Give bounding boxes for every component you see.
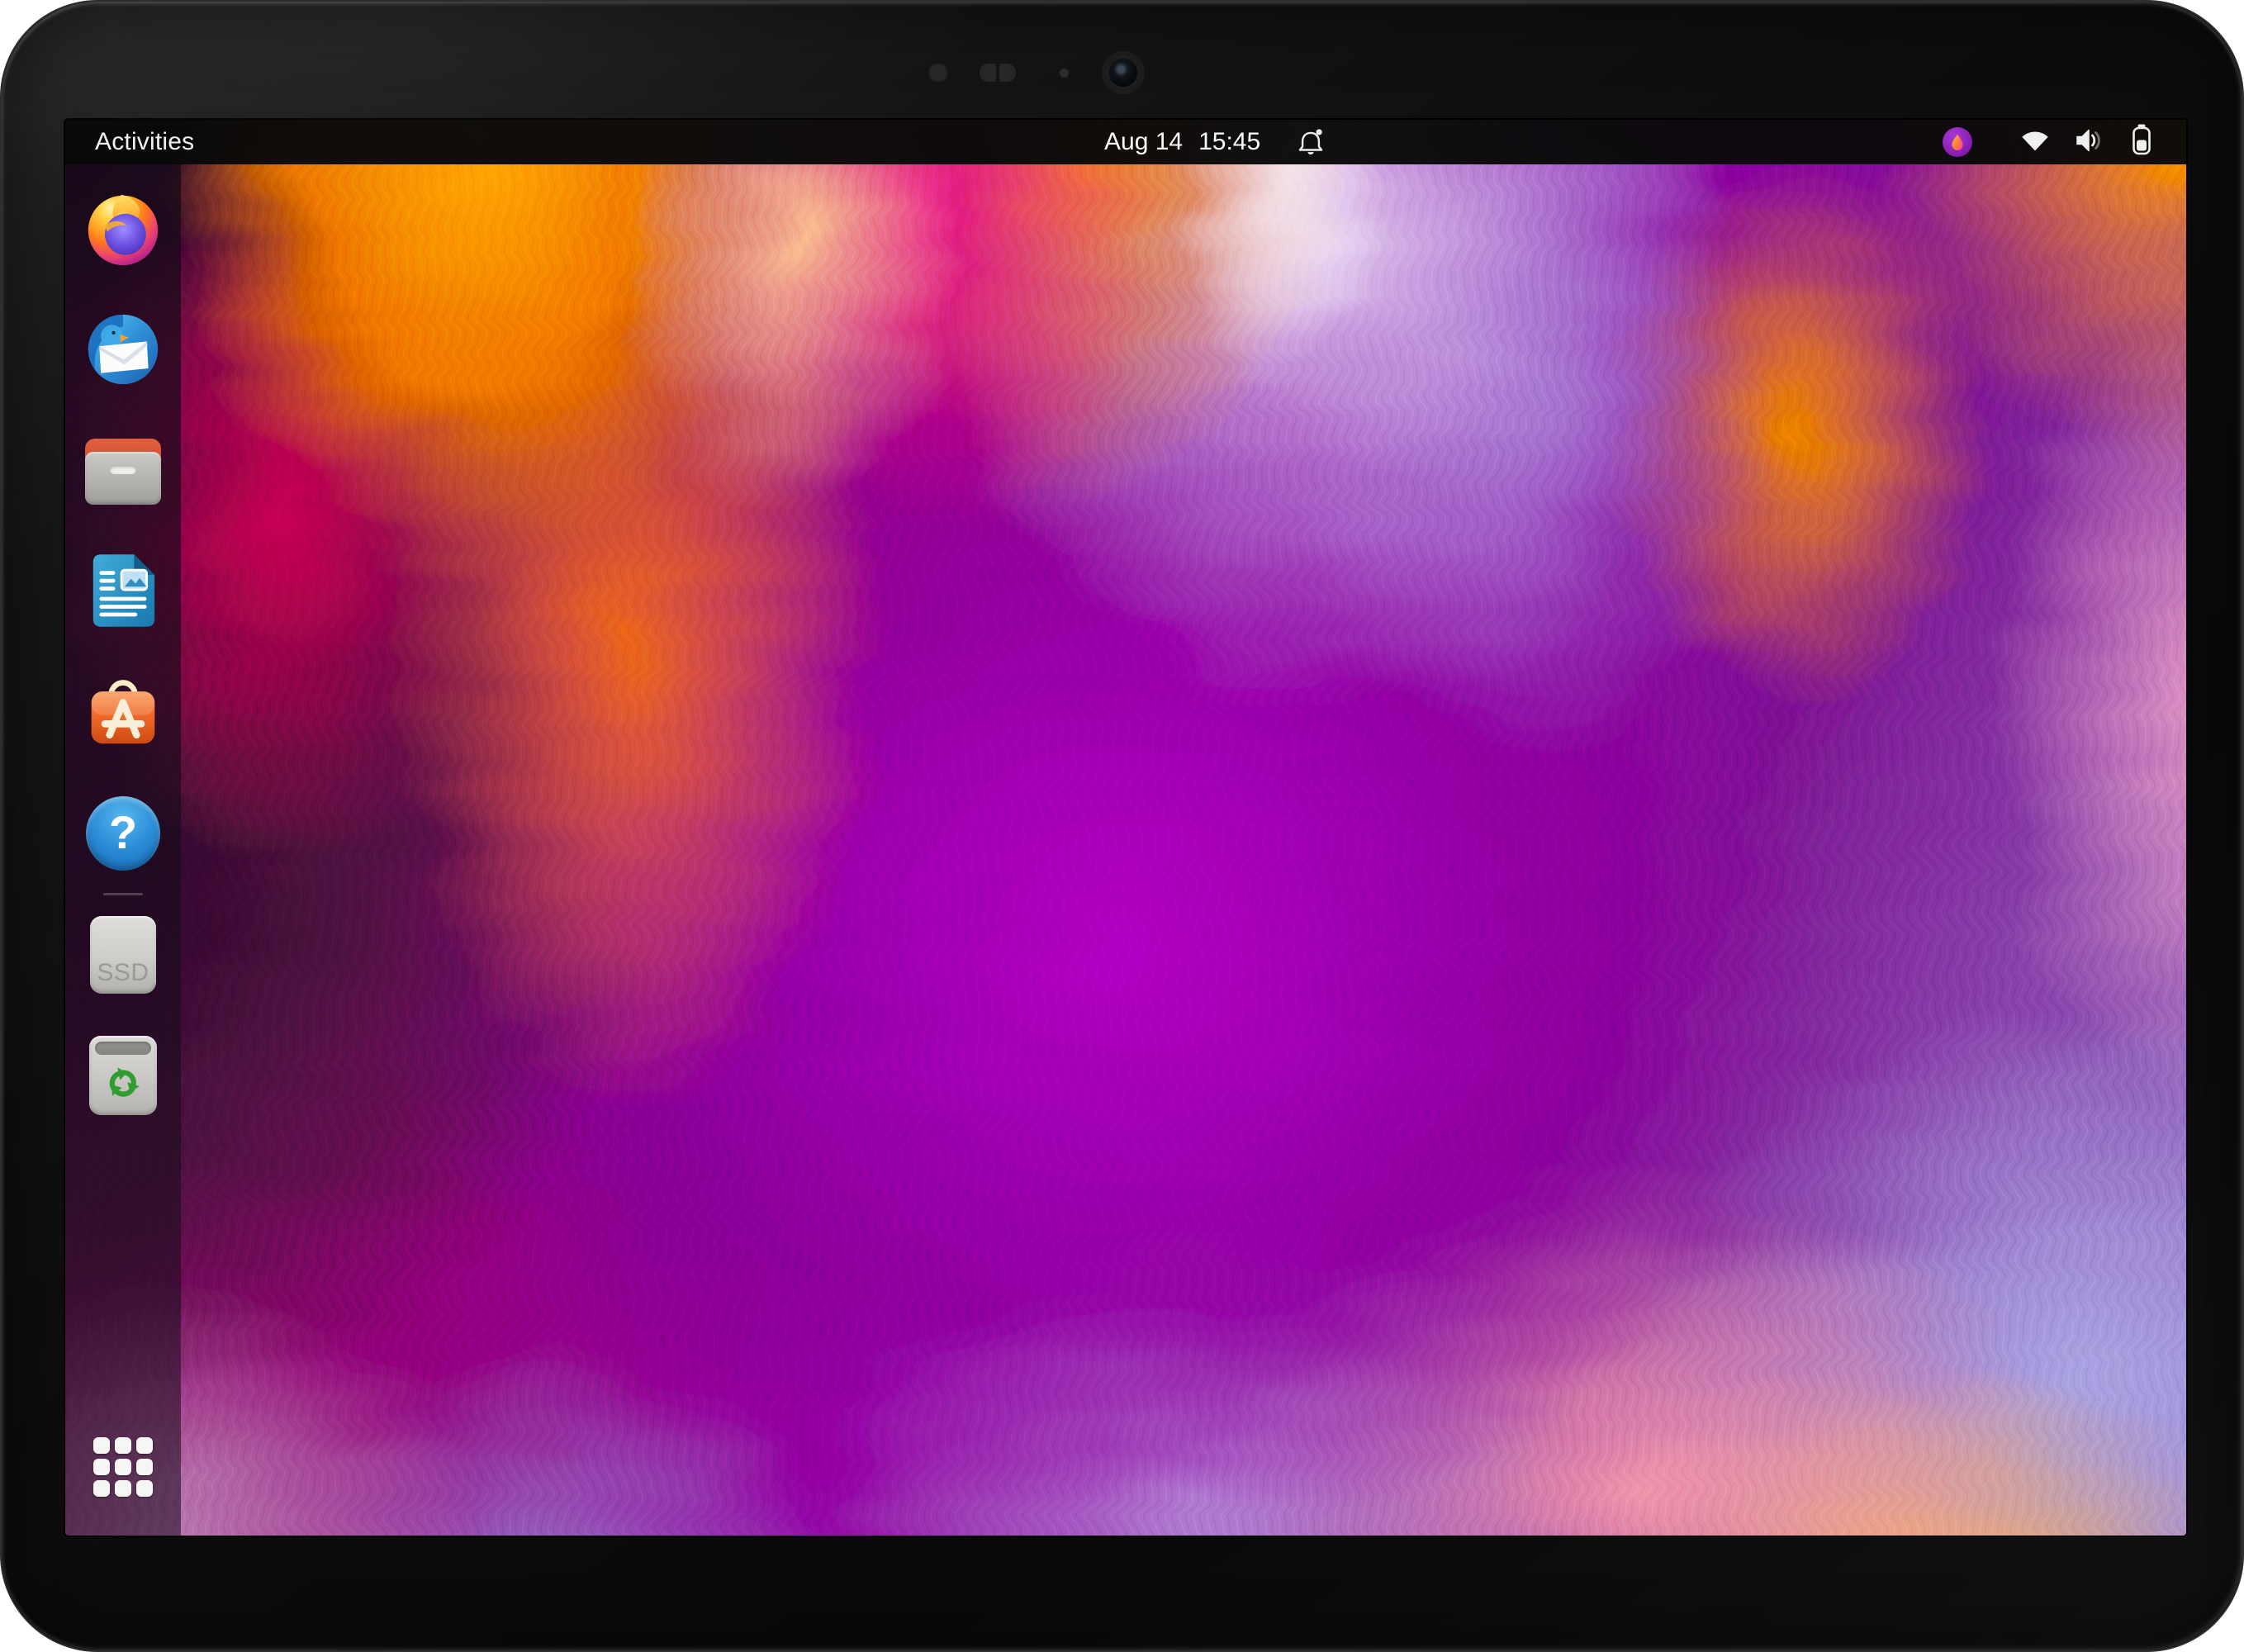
app-grid-icon [93, 1437, 153, 1497]
dock-item-firefox[interactable] [65, 192, 181, 268]
dock-item-help[interactable]: ? [65, 795, 181, 871]
bezel-sensor-dot [929, 64, 947, 82]
grid-dot [136, 1480, 153, 1497]
trash-recycle-icon [89, 1036, 157, 1115]
grid-dot [115, 1480, 131, 1497]
help-question-icon: ? [86, 796, 160, 871]
front-camera [1109, 59, 1137, 87]
tablet-frame: Activities Aug 14 15:45 [0, 0, 2244, 1652]
wifi-icon [2019, 126, 2052, 159]
firefox-icon [85, 191, 161, 271]
grid-dot [93, 1459, 110, 1475]
desktop-screen: Activities Aug 14 15:45 [65, 120, 2186, 1536]
grid-dot [115, 1459, 131, 1475]
grid-dot [93, 1437, 110, 1454]
thunderbird-icon [85, 311, 161, 392]
notifications-bell-icon [1295, 126, 1326, 158]
files-folder-icon [85, 439, 161, 505]
dock-item-trash[interactable] [65, 1037, 181, 1113]
page: Activities Aug 14 15:45 [0, 0, 2244, 1652]
bezel-sensor-pill [999, 64, 1016, 82]
grid-dot [93, 1480, 110, 1497]
show-applications-button[interactable] [65, 1437, 181, 1497]
desktop-wallpaper [65, 120, 2186, 1536]
bezel-led-dot [1060, 69, 1069, 78]
ssd-drive-icon: SSD [90, 916, 156, 994]
activities-button[interactable]: Activities [95, 128, 194, 156]
dock: ? SSD [65, 164, 181, 1536]
time-label: 15:45 [1198, 128, 1260, 156]
dock-separator [103, 893, 143, 895]
system-status-area[interactable] [1943, 120, 2156, 164]
dock-item-ssd-drive[interactable]: SSD [65, 917, 181, 993]
dock-item-ubuntu-software[interactable] [65, 675, 181, 751]
ubuntu-software-icon [85, 674, 161, 752]
date-label: Aug 14 [1104, 128, 1183, 156]
flame-indicator-icon [1943, 127, 1972, 157]
battery-icon [2127, 122, 2156, 163]
volume-icon [2073, 126, 2106, 159]
dock-item-libreoffice-writer[interactable] [65, 554, 181, 630]
dock-item-files[interactable] [65, 434, 181, 510]
bezel-sensor-pill [980, 64, 996, 82]
wallpaper-streak-layer [65, 120, 2186, 1536]
dock-item-thunderbird[interactable] [65, 313, 181, 389]
libreoffice-writer-icon [90, 552, 156, 634]
grid-dot [136, 1437, 153, 1454]
top-bar: Activities Aug 14 15:45 [65, 120, 2186, 164]
grid-dot [136, 1459, 153, 1475]
clock-menu-button[interactable]: Aug 14 15:45 [1104, 120, 1326, 164]
grid-dot [115, 1437, 131, 1454]
ssd-label: SSD [97, 959, 149, 987]
